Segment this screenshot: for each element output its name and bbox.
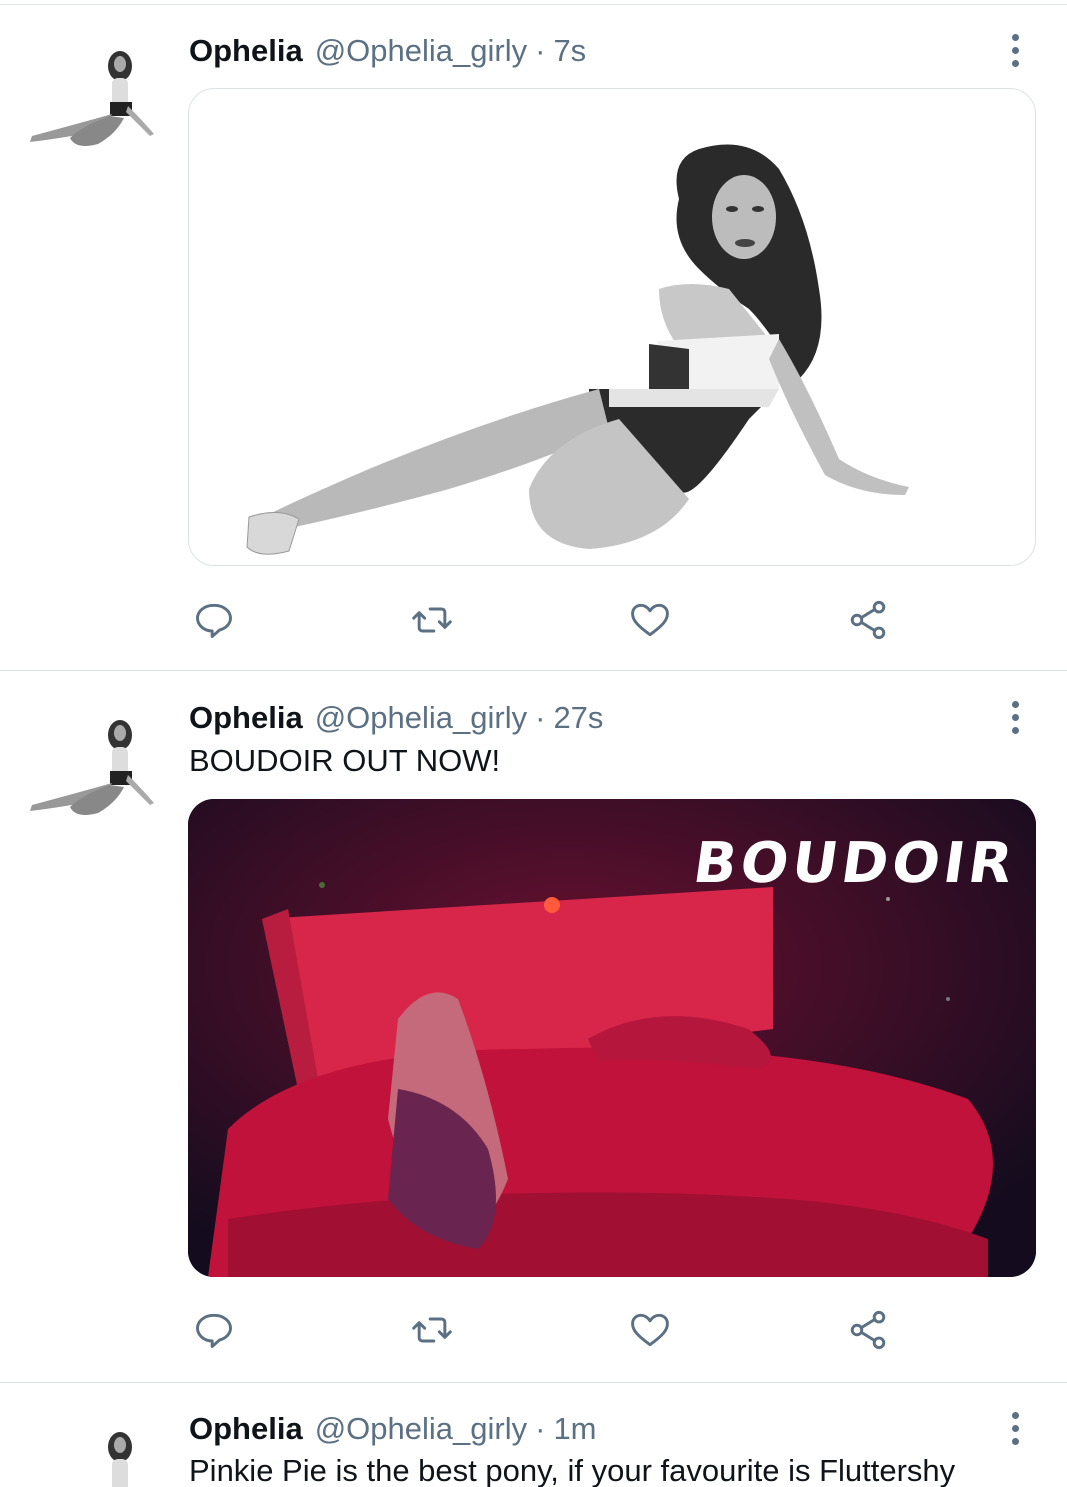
heart-icon — [631, 1313, 669, 1347]
tweet-text: Pinkie Pie is the best pony, if your fav… — [189, 1453, 956, 1487]
tweet-header: Ophelia @Ophelia_girly · 1m — [189, 1409, 597, 1449]
more-options-icon[interactable] — [1003, 30, 1027, 70]
tweet-actions — [190, 1306, 910, 1354]
avatar[interactable] — [24, 1427, 160, 1487]
more-options-icon[interactable] — [1003, 1408, 1027, 1448]
retweet-button[interactable] — [408, 1306, 456, 1354]
tweet-image[interactable]: BOUDOIR — [188, 799, 1036, 1277]
like-button[interactable] — [626, 1306, 674, 1354]
user-handle[interactable]: @Ophelia_girly — [315, 33, 527, 69]
separator-dot: · — [535, 1411, 546, 1446]
tweet-image[interactable] — [188, 88, 1036, 566]
tweet[interactable]: Ophelia @Ophelia_girly · 27s BOUDOIR OUT… — [0, 671, 1067, 1382]
tweet-header: Ophelia @Ophelia_girly · 7s — [189, 31, 586, 71]
retweet-button[interactable] — [408, 596, 456, 644]
avatar[interactable] — [24, 715, 160, 825]
reply-button[interactable] — [190, 1306, 238, 1354]
tweet-text: BOUDOIR OUT NOW! — [189, 743, 501, 778]
share-button[interactable] — [844, 596, 892, 644]
media-title: BOUDOIR — [689, 831, 1021, 896]
more-options-icon[interactable] — [1003, 697, 1027, 737]
speech-bubble-icon — [196, 1313, 232, 1348]
timestamp[interactable]: 1m — [553, 1411, 596, 1447]
timestamp[interactable]: 27s — [553, 700, 603, 736]
share-icon — [850, 600, 886, 640]
speech-bubble-icon — [196, 603, 232, 638]
separator-dot: · — [535, 700, 546, 735]
tweet[interactable]: Ophelia @Ophelia_girly · 7s — [0, 0, 1067, 670]
retweet-icon — [412, 1317, 452, 1343]
like-button[interactable] — [626, 596, 674, 644]
separator-dot: · — [535, 33, 546, 68]
tweet-header: Ophelia @Ophelia_girly · 27s — [189, 698, 603, 738]
display-name[interactable]: Ophelia — [189, 700, 303, 736]
display-name[interactable]: Ophelia — [189, 33, 303, 69]
user-handle[interactable]: @Ophelia_girly — [315, 1411, 527, 1447]
retweet-icon — [412, 607, 452, 633]
tweet-actions — [190, 596, 910, 644]
timestamp[interactable]: 7s — [553, 33, 586, 69]
share-icon — [850, 1310, 886, 1350]
reply-button[interactable] — [190, 596, 238, 644]
share-button[interactable] — [844, 1306, 892, 1354]
tweet[interactable]: Ophelia @Ophelia_girly · 1m Pinkie Pie i… — [0, 1383, 1067, 1487]
display-name[interactable]: Ophelia — [189, 1411, 303, 1447]
heart-icon — [631, 603, 669, 637]
avatar[interactable] — [24, 46, 160, 156]
user-handle[interactable]: @Ophelia_girly — [315, 700, 527, 736]
photo-woman-posing-bw — [246, 144, 909, 555]
